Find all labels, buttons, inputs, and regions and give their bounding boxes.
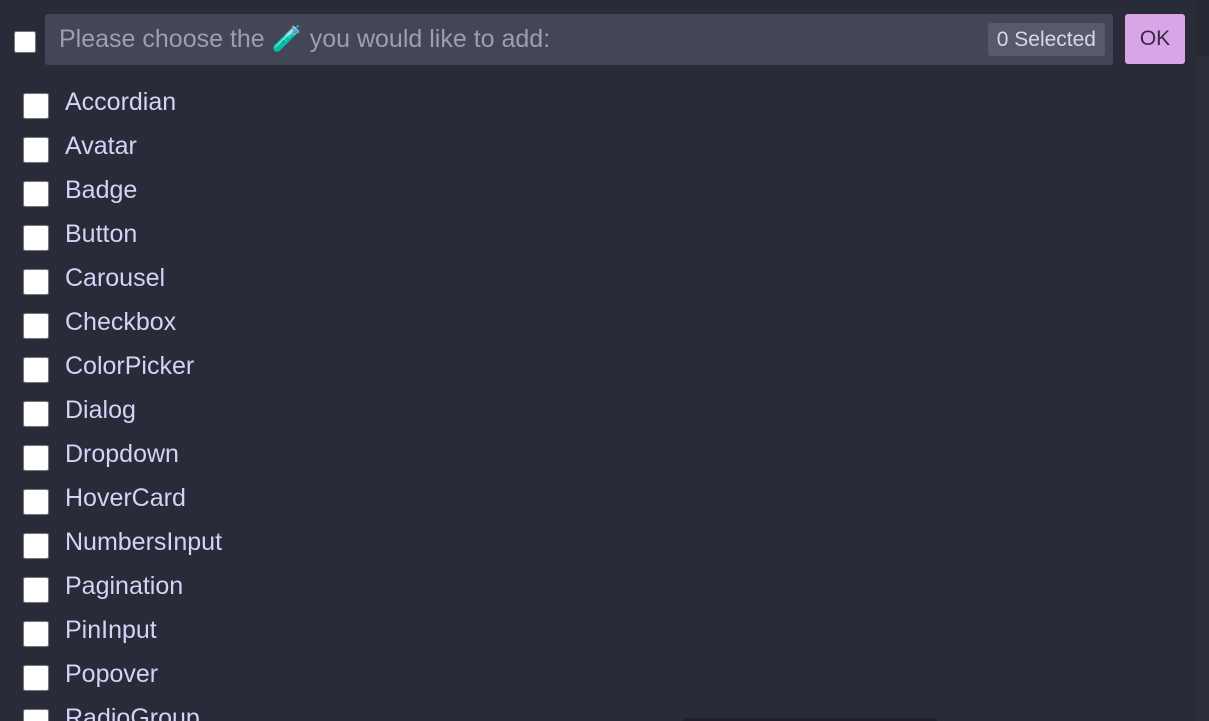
selected-count-badge: 0 Selected [987,23,1105,56]
option-checkbox[interactable] [23,489,49,515]
option-label: Badge [65,176,138,204]
option-label: Carousel [65,264,166,292]
option-item[interactable]: HoverCard [0,476,1197,520]
option-item[interactable]: Badge [0,168,1197,212]
option-label: Popover [65,660,159,688]
option-item[interactable]: PinInput [0,608,1197,652]
option-label: RadioGroup [65,704,200,721]
option-checkbox[interactable] [23,621,49,647]
right-edge-notch [1197,56,1209,721]
options-list: Accordian Avatar Badge Button Carousel Checkb… [0,80,1197,721]
option-label: HoverCard [65,484,186,512]
search-box: 0 Selected [45,14,1113,65]
option-item[interactable]: Dialog [0,388,1197,432]
option-checkbox[interactable] [23,181,49,207]
option-item[interactable]: Carousel [0,256,1197,300]
option-label: Dialog [65,396,136,424]
option-item[interactable]: NumbersInput [0,520,1197,564]
option-label: ColorPicker [65,352,195,380]
option-label: NumbersInput [65,528,223,556]
option-checkbox[interactable] [23,709,49,721]
option-label: Accordian [65,88,177,116]
right-edge-panel [1197,0,1209,721]
option-checkbox[interactable] [23,445,49,471]
option-checkbox[interactable] [23,577,49,603]
option-item[interactable]: Button [0,212,1197,256]
option-checkbox[interactable] [23,225,49,251]
option-checkbox[interactable] [23,665,49,691]
picker-header: 0 Selected OK [0,14,1197,65]
option-item[interactable]: Popover [0,652,1197,696]
option-item[interactable]: Pagination [0,564,1197,608]
search-input[interactable] [59,14,959,65]
ok-button[interactable]: OK [1125,14,1185,64]
option-item[interactable]: Checkbox [0,300,1197,344]
option-checkbox[interactable] [23,313,49,339]
option-label: Dropdown [65,440,179,468]
select-all-checkbox[interactable] [14,31,36,53]
option-checkbox[interactable] [23,357,49,383]
option-label: Avatar [65,132,137,160]
component-picker: 0 Selected OK Accordian Avatar Badge Button… [0,0,1209,721]
option-checkbox[interactable] [23,93,49,119]
option-item[interactable]: ColorPicker [0,344,1197,388]
option-checkbox[interactable] [23,401,49,427]
option-label: Checkbox [65,308,177,336]
option-item[interactable]: RadioGroup [0,696,1197,721]
option-label: PinInput [65,616,157,644]
option-item[interactable]: Accordian [0,80,1197,124]
option-item[interactable]: Avatar [0,124,1197,168]
option-item[interactable]: Dropdown [0,432,1197,476]
option-label: Button [65,220,138,248]
option-checkbox[interactable] [23,269,49,295]
option-label: Pagination [65,572,184,600]
option-checkbox[interactable] [23,533,49,559]
option-checkbox[interactable] [23,137,49,163]
